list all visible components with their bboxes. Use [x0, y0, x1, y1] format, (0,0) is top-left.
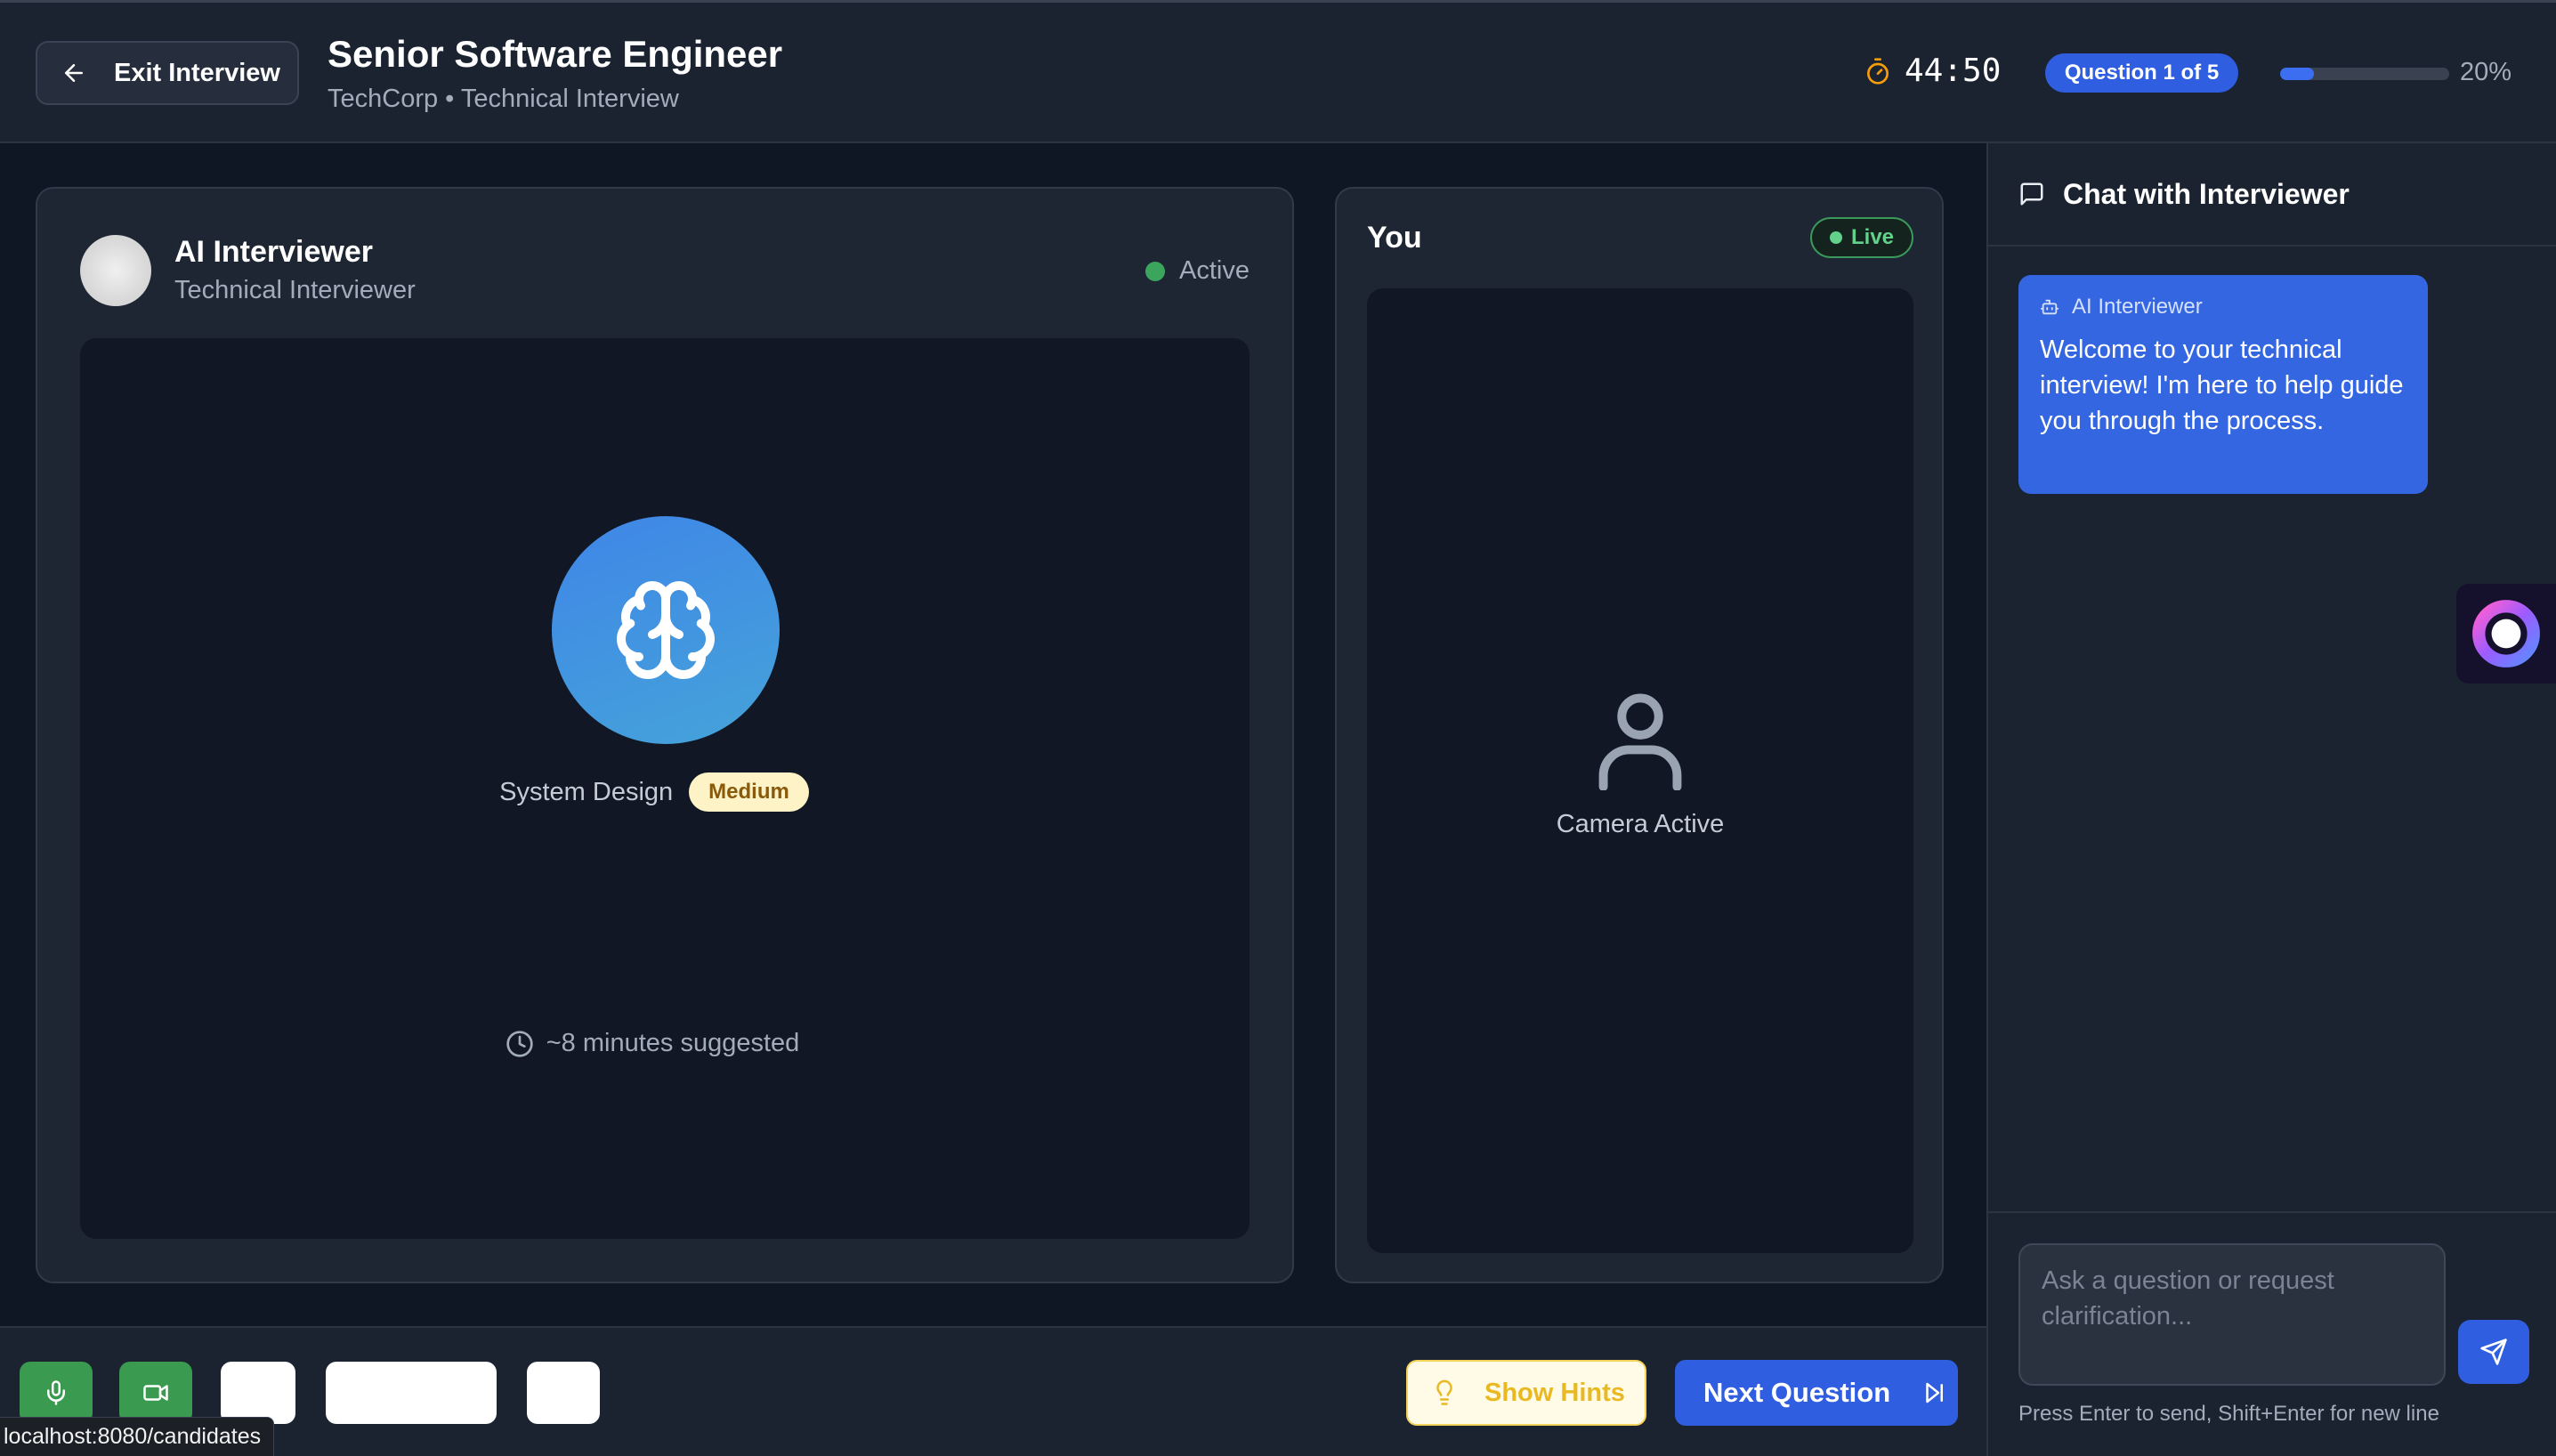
question-badge: Question 1 of 5	[2045, 53, 2238, 93]
mic-icon	[47, 1380, 65, 1405]
page-title: Senior Software Engineer	[328, 33, 783, 75]
ai-avatar	[80, 235, 151, 306]
chat-message: AI Interviewer Welcome to your technical…	[2018, 275, 2428, 494]
topic-row: System Design Medium	[80, 772, 1250, 812]
show-hints-label: Show Hints	[1484, 1378, 1625, 1407]
interview-timer: 44:50	[1864, 53, 2001, 89]
camera-preview: Camera Active	[1367, 288, 1913, 1253]
ai-interviewer-name: AI Interviewer	[174, 235, 373, 269]
status-url-tooltip: localhost:8080/candidates	[0, 1417, 275, 1456]
show-hints-button[interactable]: Show Hints	[1406, 1360, 1646, 1426]
candidate-title: You	[1367, 221, 1422, 255]
progress-bar	[2280, 68, 2449, 80]
chat-input-hint: Press Enter to send, Shift+Enter for new…	[2018, 1402, 2439, 1426]
camera-placeholder: Camera Active	[1367, 687, 1913, 839]
status-dot	[1145, 261, 1166, 281]
chat-input-area: Press Enter to send, Shift+Enter for new…	[1988, 1211, 2556, 1456]
camera-toggle-button[interactable]	[119, 1362, 192, 1424]
ai-interviewer-role: Technical Interviewer	[174, 276, 416, 304]
ai-stage: System Design Medium ~8 minutes suggeste…	[80, 338, 1250, 1239]
progress-bar-fill	[2280, 68, 2314, 80]
control-button-4[interactable]	[326, 1362, 497, 1424]
clock-icon	[506, 1030, 533, 1057]
live-dot	[1829, 231, 1842, 244]
mic-toggle-button[interactable]	[20, 1362, 93, 1424]
chat-panel: Chat with Interviewer AI Interviewer Wel…	[1986, 143, 2556, 1456]
timer-value: 44:50	[1905, 53, 2002, 89]
chat-message-header: AI Interviewer	[2040, 295, 2406, 320]
control-bar: Show Hints Next Question	[0, 1326, 1986, 1456]
assistant-widget-button[interactable]	[2456, 584, 2556, 684]
question-topic: System Design	[499, 777, 674, 806]
next-question-button[interactable]: Next Question	[1675, 1360, 1958, 1426]
progress-percent: 20%	[2460, 58, 2512, 86]
candidate-video-panel: You Live Camera Active	[1335, 187, 1944, 1283]
skip-forward-icon	[1926, 1382, 1944, 1403]
status-text: Active	[1179, 256, 1250, 285]
status-indicator: Active	[1145, 256, 1250, 286]
chat-message-sender: AI Interviewer	[2072, 295, 2203, 319]
send-message-button[interactable]	[2458, 1320, 2529, 1384]
exit-interview-button[interactable]: Exit Interview	[36, 41, 299, 105]
live-badge: Live	[1810, 217, 1913, 258]
stopwatch-icon	[1867, 57, 1889, 85]
bot-icon	[2040, 299, 2059, 315]
next-question-label: Next Question	[1703, 1377, 1891, 1408]
page-subtitle: TechCorp • Technical Interview	[328, 85, 679, 113]
chat-input[interactable]	[2018, 1243, 2446, 1386]
interview-title-block: Senior Software Engineer TechCorp • Tech…	[328, 33, 782, 114]
exit-interview-label: Exit Interview	[114, 58, 280, 87]
send-icon	[2480, 1339, 2507, 1365]
control-button-3[interactable]	[221, 1362, 295, 1424]
arrow-left-icon	[65, 64, 83, 82]
chat-title: Chat with Interviewer	[2063, 177, 2350, 210]
message-square-icon	[2020, 182, 2043, 206]
video-camera-icon	[143, 1385, 168, 1401]
brain-icon	[617, 581, 715, 679]
suggested-time: ~8 minutes suggested	[80, 1029, 1250, 1058]
live-label: Live	[1850, 225, 1895, 249]
assistant-logo-icon	[2472, 600, 2540, 667]
user-icon	[1598, 693, 1682, 790]
ai-interviewer-panel: AI Interviewer Technical Interviewer Act…	[36, 187, 1294, 1283]
difficulty-badge: Medium	[689, 772, 809, 812]
chat-message-text: Welcome to your technical interview! I'm…	[2040, 336, 2404, 435]
control-button-5[interactable]	[527, 1362, 600, 1424]
suggested-time-text: ~8 minutes suggested	[546, 1029, 800, 1057]
chat-header: Chat with Interviewer	[1988, 143, 2556, 247]
camera-status-text: Camera Active	[1556, 810, 1725, 838]
brain-avatar	[552, 516, 780, 744]
header-bar: Exit Interview Senior Software Engineer …	[0, 0, 2556, 143]
lightbulb-icon	[1436, 1379, 1452, 1405]
